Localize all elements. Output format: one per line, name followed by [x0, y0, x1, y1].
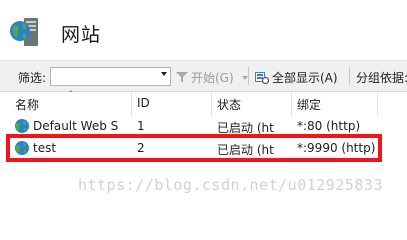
site-name: Default Web S [33, 119, 119, 133]
start-dropdown-icon [241, 76, 248, 80]
column-divider[interactable] [211, 92, 212, 116]
start-filter-label: 开始(G) [191, 71, 234, 85]
column-divider[interactable] [291, 92, 292, 116]
filter-input[interactable] [50, 67, 171, 86]
filter-label: 筛选: [18, 71, 47, 85]
page-header: 网站 [0, 0, 407, 58]
highlight-annotation [6, 134, 382, 162]
column-header-binding[interactable]: 绑定 [297, 96, 321, 113]
column-divider[interactable] [131, 92, 132, 116]
toolbar-separator [349, 67, 350, 85]
sites-server-globe-icon [10, 18, 38, 46]
column-divider[interactable] [377, 92, 378, 116]
column-header-name[interactable]: 名称 [15, 96, 39, 113]
funnel-icon [176, 72, 188, 83]
watermark-text: https://blog.csdn.net/u012925833 [78, 176, 383, 194]
column-header-id[interactable]: ID [137, 96, 150, 110]
show-all-button[interactable]: 全部显示(A) [255, 69, 338, 86]
table-row[interactable]: Default Web S 1 已启动 (ht *:80 (http) [0, 116, 407, 136]
show-all-label: 全部显示(A) [272, 71, 338, 85]
group-by-button[interactable]: 分组依据: [356, 69, 407, 86]
page-title: 网站 [61, 24, 102, 46]
toolbar-separator [248, 67, 249, 85]
site-binding: *:80 (http) [297, 119, 361, 133]
show-all-icon [255, 72, 270, 85]
chevron-down-icon[interactable] [161, 72, 167, 76]
site-id: 1 [137, 119, 145, 133]
column-header-status[interactable]: 状态 [217, 96, 241, 113]
start-filter-button[interactable]: 开始(G) [176, 69, 248, 86]
filter-toolbar: 筛选: 开始(G) 全部显示(A) 分组依据: [0, 60, 407, 92]
table-header: 名称 ID 状态 绑定 [0, 92, 407, 116]
website-globe-icon [15, 119, 29, 133]
